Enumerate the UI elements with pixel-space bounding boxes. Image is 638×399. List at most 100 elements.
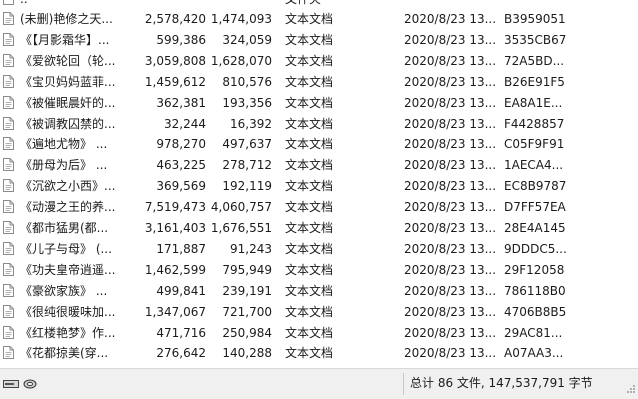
file-modified: 2020/8/23 13... bbox=[404, 53, 497, 68]
file-name: 《遍地尤物》 ... bbox=[20, 137, 108, 152]
file-row[interactable]: 《功夫皇帝逍遥... 1,462,599 795,949 文本文档 2020/8/23 … bbox=[0, 260, 638, 280]
file-type: 文本文档 bbox=[285, 200, 334, 215]
file-name: 《爱欲轮回（轮... bbox=[20, 53, 116, 68]
text-document-icon bbox=[3, 218, 17, 238]
file-type: 文本文档 bbox=[285, 325, 334, 340]
file-packed-size: 16,392 bbox=[230, 116, 272, 131]
text-document-icon bbox=[3, 51, 17, 71]
file-size: 3,059,808 bbox=[144, 53, 206, 68]
text-document-icon bbox=[3, 197, 17, 217]
file-packed-size: 193,356 bbox=[222, 95, 272, 110]
file-row[interactable]: 《豪欲家族》 ... 499,841 239,191 文本文档 2020/8/23 13… bbox=[0, 281, 638, 301]
file-row[interactable]: 《爱欲轮回（轮... 3,059,808 1,628,070 文本文档 2020/8/2… bbox=[0, 51, 638, 71]
file-size: 7,519,473 bbox=[144, 200, 206, 215]
text-document-icon bbox=[3, 239, 17, 259]
file-row[interactable]: 《都市猛男(都... 3,161,403 1,676,551 文本文档 2020/8/2… bbox=[0, 218, 638, 238]
file-list: .. 文件夹 (未删)艳修之天... 2,578,420 1,474,093 文本文档… bbox=[0, 0, 638, 368]
file-size: 171,887 bbox=[156, 241, 206, 256]
file-packed-size: 1,676,551 bbox=[210, 221, 272, 235]
file-crc: 9DDDC5... bbox=[504, 241, 567, 256]
file-row[interactable]: 《宝贝妈妈蓝菲... 1,459,612 810,576 文本文档 2020/8/23 … bbox=[0, 72, 638, 92]
file-crc: 28E4A145 bbox=[504, 221, 566, 235]
file-packed-size: 810,576 bbox=[222, 74, 272, 89]
file-modified: 2020/8/23 13... bbox=[404, 32, 497, 47]
file-size: 2,578,420 bbox=[144, 12, 206, 26]
file-packed-size: 1,474,093 bbox=[210, 12, 272, 26]
file-type: 文本文档 bbox=[285, 53, 334, 68]
file-modified: 2020/8/23 13... bbox=[404, 95, 497, 110]
file-size: 463,225 bbox=[156, 158, 206, 173]
file-size: 362,381 bbox=[156, 95, 206, 110]
text-document-icon bbox=[3, 343, 17, 363]
file-modified: 2020/8/23 13... bbox=[404, 221, 497, 235]
file-row[interactable]: 《动漫之王的养... 7,519,473 4,060,757 文本文档 2020/8/2… bbox=[0, 197, 638, 217]
file-row[interactable]: 《【月影霜华】... 599,386 324,059 文本文档 2020/8/23 13… bbox=[0, 30, 638, 50]
file-type: 文本文档 bbox=[285, 137, 334, 152]
file-size: 32,244 bbox=[164, 116, 206, 131]
text-document-icon bbox=[3, 9, 17, 29]
file-packed-size: 140,288 bbox=[222, 346, 272, 361]
file-packed-size: 795,949 bbox=[222, 262, 272, 277]
file-type: 文本文档 bbox=[285, 179, 334, 194]
file-crc: EA8A1E... bbox=[504, 95, 563, 110]
file-row[interactable]: 《花都掠美(穿... 276,642 140,288 文本文档 2020/8/23 13… bbox=[0, 343, 638, 363]
file-type: 文本文档 bbox=[285, 262, 334, 277]
file-modified: 2020/8/23 13... bbox=[404, 346, 497, 361]
text-document-icon bbox=[3, 323, 17, 343]
file-packed-size: 721,700 bbox=[222, 304, 272, 319]
file-modified: 2020/8/23 13... bbox=[404, 262, 497, 277]
file-modified: 2020/8/23 13... bbox=[404, 116, 497, 131]
file-row[interactable]: 《被催眠晨奸的... 362,381 193,356 文本文档 2020/8/23 13… bbox=[0, 93, 638, 113]
file-type: 文本文档 bbox=[285, 95, 334, 110]
file-row[interactable]: 《被调教囚禁的... 32,244 16,392 文本文档 2020/8/23 13..… bbox=[0, 114, 638, 134]
file-modified: 2020/8/23 13... bbox=[404, 283, 497, 298]
file-type: 文本文档 bbox=[285, 241, 334, 256]
text-document-icon bbox=[3, 93, 17, 113]
file-type: 文本文档 bbox=[285, 346, 334, 361]
file-type: 文本文档 bbox=[285, 221, 334, 235]
file-row[interactable]: 《很纯很暖味加... 1,347,067 721,700 文本文档 2020/8/23 … bbox=[0, 302, 638, 322]
parent-folder-row[interactable]: .. 文件夹 bbox=[0, 0, 638, 9]
file-name: 《功夫皇帝逍遥... bbox=[20, 262, 116, 277]
file-packed-size: 192,119 bbox=[222, 179, 272, 194]
file-type: 文本文档 bbox=[285, 74, 334, 89]
file-name: 《【月影霜华】... bbox=[20, 32, 110, 47]
file-type: 文本文档 bbox=[285, 12, 334, 26]
file-name: (未删)艳修之天... bbox=[20, 12, 113, 26]
file-row[interactable]: 《儿子与母》 (... 171,887 91,243 文本文档 2020/8/23 13… bbox=[0, 239, 638, 259]
file-type: 文本文档 bbox=[285, 32, 334, 47]
text-document-icon bbox=[3, 302, 17, 322]
file-packed-size: 4,060,757 bbox=[210, 200, 272, 215]
file-row[interactable]: (未删)艳修之天... 2,578,420 1,474,093 文本文档 2020/8/… bbox=[0, 9, 638, 29]
file-size: 1,462,599 bbox=[144, 262, 206, 277]
file-packed-size: 239,191 bbox=[222, 283, 272, 298]
file-size: 978,270 bbox=[156, 137, 206, 152]
file-modified: 2020/8/23 13... bbox=[404, 325, 497, 340]
file-name: 《儿子与母》 (... bbox=[20, 241, 112, 256]
file-crc: D7FF57EA bbox=[504, 200, 566, 215]
status-summary: 总计 86 文件, 147,537,791 字节 bbox=[410, 376, 593, 390]
text-document-icon bbox=[3, 134, 17, 154]
file-packed-size: 497,637 bbox=[222, 137, 272, 152]
file-row[interactable]: 《册母为后》 ... 463,225 278,712 文本文档 2020/8/23 13… bbox=[0, 155, 638, 175]
file-modified: 2020/8/23 13... bbox=[404, 158, 497, 173]
file-row[interactable]: 《遍地尤物》 ... 978,270 497,637 文本文档 2020/8/23 13… bbox=[0, 134, 638, 154]
file-crc: 786118B0 bbox=[504, 283, 566, 298]
resize-grip-icon[interactable] bbox=[626, 383, 636, 397]
file-size: 1,459,612 bbox=[144, 74, 206, 89]
file-row[interactable]: 《红楼艳梦》作... 471,716 250,984 文本文档 2020/8/23 13… bbox=[0, 323, 638, 343]
file-crc: 72A5BD... bbox=[504, 53, 565, 68]
file-name: 《很纯很暖味加... bbox=[20, 304, 116, 319]
file-size: 276,642 bbox=[156, 346, 206, 361]
file-crc: F4428857 bbox=[504, 116, 565, 131]
file-modified: 2020/8/23 13... bbox=[404, 12, 497, 26]
file-name: 《册母为后》 ... bbox=[20, 158, 108, 173]
text-document-icon bbox=[3, 155, 17, 175]
file-modified: 2020/8/23 13... bbox=[404, 200, 497, 215]
file-size: 471,716 bbox=[156, 325, 206, 340]
file-type: 文本文档 bbox=[285, 304, 334, 319]
file-crc: A07AA3... bbox=[504, 346, 564, 361]
file-row[interactable]: 《沉欲之小西》... 369,569 192,119 文本文档 2020/8/23 13… bbox=[0, 176, 638, 196]
file-type: 文本文档 bbox=[285, 158, 334, 173]
file-modified: 2020/8/23 13... bbox=[404, 137, 497, 152]
